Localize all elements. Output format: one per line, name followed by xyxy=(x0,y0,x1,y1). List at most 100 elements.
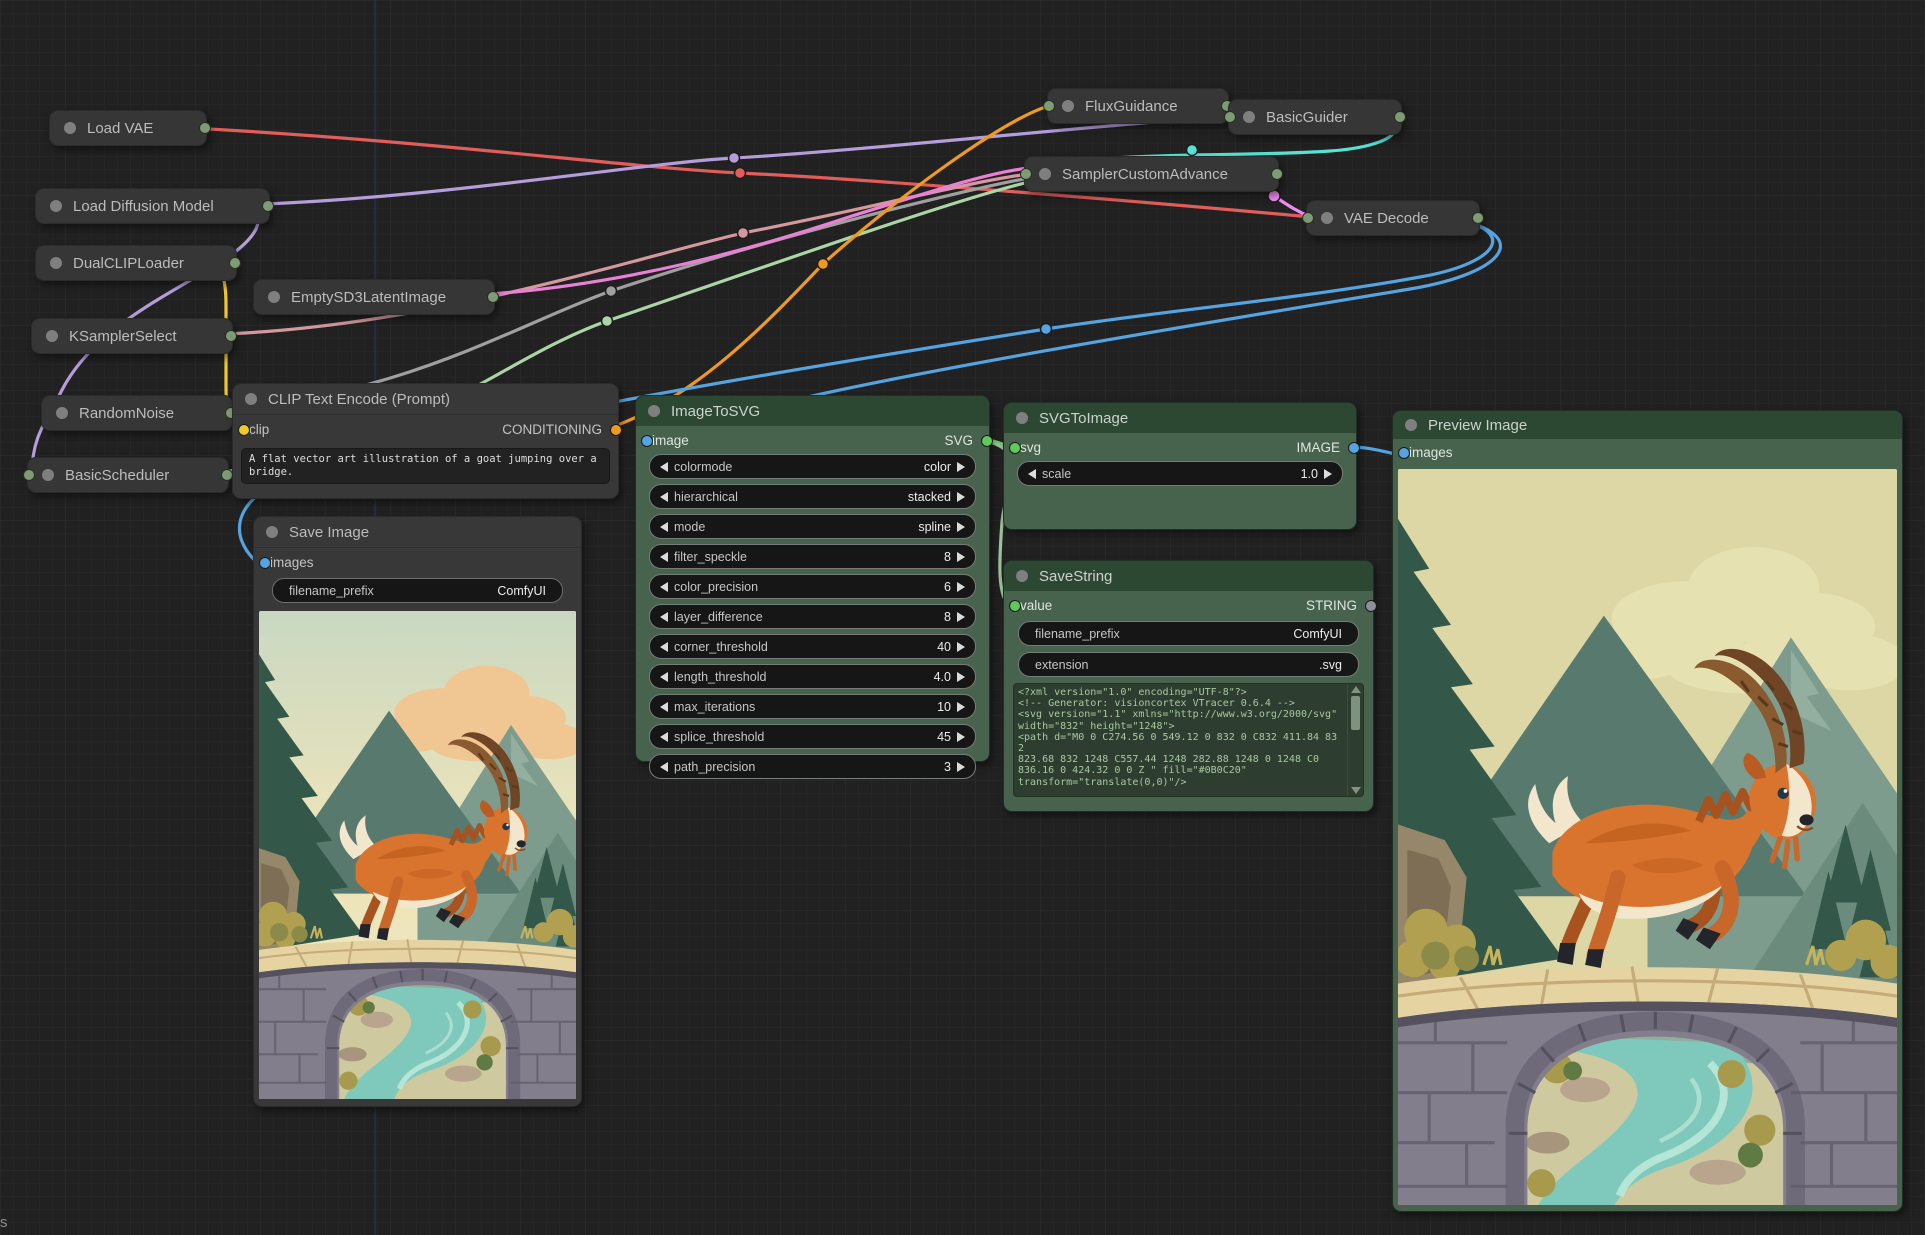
input-port[interactable] xyxy=(1043,100,1055,112)
max-iterations-widget[interactable]: max_iterations 10 xyxy=(649,694,976,719)
collapse-icon[interactable] xyxy=(1062,100,1074,112)
node-load-vae[interactable]: Load VAE xyxy=(49,110,207,146)
node-vae-decode[interactable]: VAE Decode xyxy=(1306,200,1480,236)
collapse-icon[interactable] xyxy=(46,330,58,342)
stepper-left-icon[interactable] xyxy=(660,642,668,652)
stepper-left-icon[interactable] xyxy=(660,702,668,712)
collapse-icon[interactable] xyxy=(1243,111,1255,123)
colormode-widget[interactable]: colormode color xyxy=(649,454,976,479)
value-input-port[interactable] xyxy=(1009,600,1021,612)
node-title-bar[interactable]: Preview Image xyxy=(1393,411,1902,439)
collapse-icon[interactable] xyxy=(268,291,280,303)
splice-threshold-widget[interactable]: splice_threshold 45 xyxy=(649,724,976,749)
stepper-left-icon[interactable] xyxy=(660,522,668,532)
hierarchical-widget[interactable]: hierarchical stacked xyxy=(649,484,976,509)
node-flux-guidance[interactable]: FluxGuidance xyxy=(1047,88,1229,124)
node-preview-image[interactable]: Preview Image images xyxy=(1392,410,1903,1212)
filename-prefix-widget[interactable]: filename_prefix ComfyUI xyxy=(1018,621,1359,646)
input-port[interactable] xyxy=(1020,168,1032,180)
collapse-icon[interactable] xyxy=(56,407,68,419)
stepper-right-icon[interactable] xyxy=(957,492,965,502)
color-precision-widget[interactable]: color_precision 6 xyxy=(649,574,976,599)
output-port[interactable] xyxy=(262,200,274,212)
node-graph-canvas[interactable]: Load VAE Load Diffusion Model DualCLIPLo… xyxy=(0,0,1925,1235)
stepper-right-icon[interactable] xyxy=(957,612,965,622)
input-port[interactable] xyxy=(1224,111,1236,123)
collapse-icon[interactable] xyxy=(42,469,54,481)
input-port[interactable] xyxy=(23,469,35,481)
stepper-right-icon[interactable] xyxy=(957,462,965,472)
images-input-port[interactable] xyxy=(259,557,271,569)
scrollbar[interactable] xyxy=(1347,684,1363,796)
stepper-right-icon[interactable] xyxy=(1324,469,1332,479)
stepper-left-icon[interactable] xyxy=(660,582,668,592)
image-input-port[interactable] xyxy=(641,435,653,447)
output-port[interactable] xyxy=(1472,212,1484,224)
collapse-icon[interactable] xyxy=(266,526,278,538)
conditioning-output-port[interactable] xyxy=(610,424,622,436)
stepper-left-icon[interactable] xyxy=(660,672,668,682)
stepper-right-icon[interactable] xyxy=(957,582,965,592)
stepper-left-icon[interactable] xyxy=(660,762,668,772)
stepper-right-icon[interactable] xyxy=(957,732,965,742)
input-port[interactable] xyxy=(1302,212,1314,224)
collapse-icon[interactable] xyxy=(1405,419,1417,431)
prompt-textarea[interactable]: A flat vector art illustration of a goat… xyxy=(241,448,610,484)
path-precision-widget[interactable]: path_precision 3 xyxy=(649,754,976,779)
svg-input-port[interactable] xyxy=(1009,442,1021,454)
node-clip-text-encode[interactable]: CLIP Text Encode (Prompt) clip CONDITION… xyxy=(232,383,619,499)
collapse-icon[interactable] xyxy=(50,200,62,212)
stepper-left-icon[interactable] xyxy=(1028,469,1036,479)
output-port[interactable] xyxy=(487,291,499,303)
stepper-left-icon[interactable] xyxy=(660,732,668,742)
images-input-port[interactable] xyxy=(1398,447,1410,459)
stepper-left-icon[interactable] xyxy=(660,462,668,472)
stepper-left-icon[interactable] xyxy=(660,492,668,502)
corner-threshold-widget[interactable]: corner_threshold 40 xyxy=(649,634,976,659)
svg-output-port[interactable] xyxy=(981,435,993,447)
collapse-icon[interactable] xyxy=(50,257,62,269)
output-port[interactable] xyxy=(229,257,241,269)
node-title-bar[interactable]: ImageToSVG xyxy=(636,396,989,426)
stepper-left-icon[interactable] xyxy=(660,552,668,562)
stepper-right-icon[interactable] xyxy=(957,552,965,562)
node-svg-to-image[interactable]: SVGToImage svg IMAGE scale 1.0 xyxy=(1003,402,1357,530)
node-title-bar[interactable]: SaveString xyxy=(1004,561,1373,591)
scroll-up-icon[interactable] xyxy=(1351,686,1361,693)
collapse-icon[interactable] xyxy=(245,393,257,405)
scroll-thumb[interactable] xyxy=(1351,696,1360,730)
node-ksampler-select[interactable]: KSamplerSelect xyxy=(31,318,233,354)
node-random-noise[interactable]: RandomNoise xyxy=(41,395,233,431)
collapse-icon[interactable] xyxy=(1321,212,1333,224)
scroll-down-icon[interactable] xyxy=(1351,787,1361,794)
output-port[interactable] xyxy=(225,330,237,342)
node-load-diffusion-model[interactable]: Load Diffusion Model xyxy=(35,188,270,224)
collapse-icon[interactable] xyxy=(648,405,660,417)
string-output-port[interactable] xyxy=(1365,600,1377,612)
node-title-bar[interactable]: Save Image xyxy=(254,517,581,548)
filename-prefix-widget[interactable]: filename_prefix ComfyUI xyxy=(272,578,563,603)
length-threshold-widget[interactable]: length_threshold 4.0 xyxy=(649,664,976,689)
collapse-icon[interactable] xyxy=(1016,570,1028,582)
stepper-right-icon[interactable] xyxy=(957,672,965,682)
extension-widget[interactable]: extension .svg xyxy=(1018,652,1359,677)
mode-widget[interactable]: mode spline xyxy=(649,514,976,539)
collapse-icon[interactable] xyxy=(1016,412,1028,424)
node-title-bar[interactable]: SVGToImage xyxy=(1004,403,1356,433)
layer-difference-widget[interactable]: layer_difference 8 xyxy=(649,604,976,629)
scale-widget[interactable]: scale 1.0 xyxy=(1017,461,1343,486)
node-basic-scheduler[interactable]: BasicScheduler xyxy=(27,457,229,493)
output-port[interactable] xyxy=(1394,111,1406,123)
svg-code-textarea[interactable]: <?xml version="1.0" encoding="UTF-8"?> <… xyxy=(1013,683,1364,797)
clip-input-port[interactable] xyxy=(238,424,250,436)
stepper-right-icon[interactable] xyxy=(957,762,965,772)
output-port[interactable] xyxy=(1271,168,1283,180)
stepper-left-icon[interactable] xyxy=(660,612,668,622)
collapse-icon[interactable] xyxy=(1039,168,1051,180)
node-save-string[interactable]: SaveString value STRING filename_prefix … xyxy=(1003,560,1374,812)
stepper-right-icon[interactable] xyxy=(957,522,965,532)
node-empty-sd3-latent-image[interactable]: EmptySD3LatentImage xyxy=(253,279,495,315)
stepper-right-icon[interactable] xyxy=(957,702,965,712)
image-output-port[interactable] xyxy=(1348,442,1360,454)
node-dual-clip-loader[interactable]: DualCLIPLoader xyxy=(35,245,237,281)
